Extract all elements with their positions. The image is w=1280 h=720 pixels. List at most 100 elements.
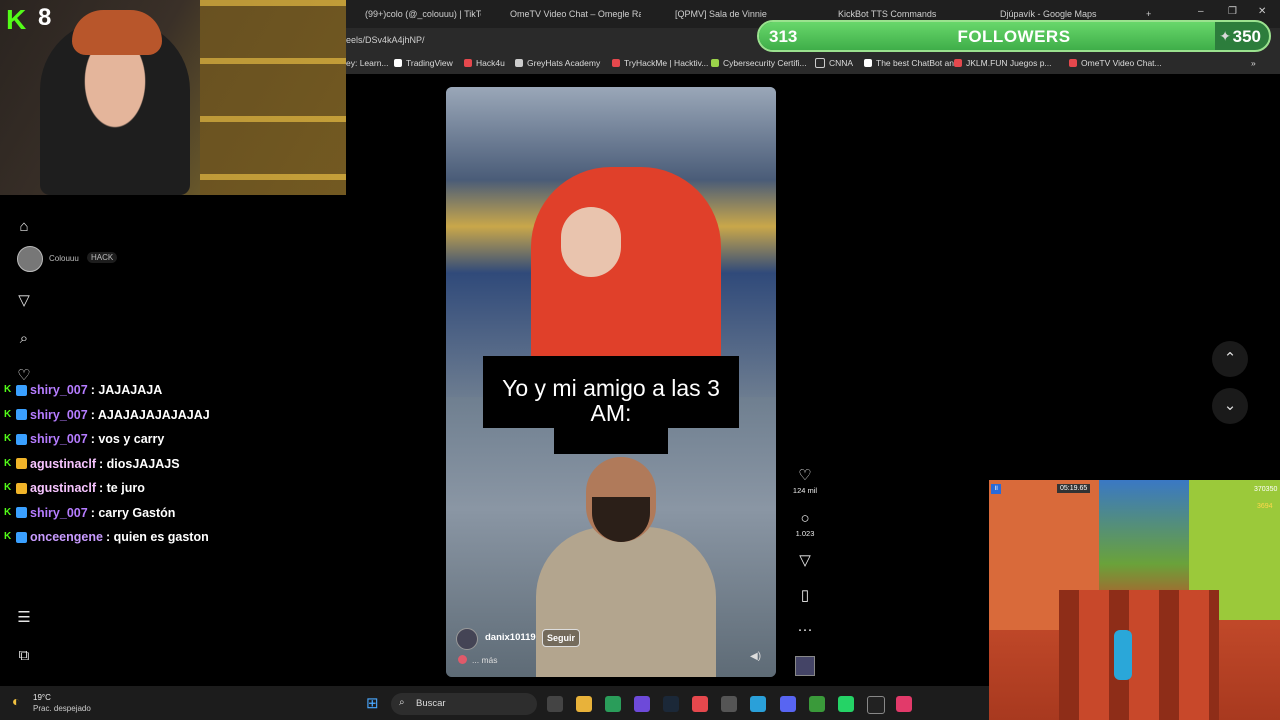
- chat-message: Kshiry_007: vos y carry: [4, 432, 165, 447]
- bookmark-item[interactable]: OmeTV Video Chat...: [1069, 58, 1162, 68]
- audio-thumbnail[interactable]: [795, 656, 815, 676]
- kick-icon: K: [4, 457, 12, 469]
- streamer-hair: [72, 10, 162, 55]
- avatar[interactable]: [17, 246, 43, 272]
- tradingview-icon: [394, 59, 402, 67]
- twitch-icon: [661, 10, 670, 19]
- browser-tab[interactable]: (99+)colo (@_colouuu) | TikTok: [351, 6, 481, 22]
- shelf-background: [200, 0, 346, 195]
- followers-goal: 350: [1232, 27, 1261, 46]
- kick-icon: K: [4, 408, 12, 420]
- capcut-icon[interactable]: [867, 696, 885, 714]
- video-top-frame: [446, 87, 776, 397]
- tryhackme-icon: [612, 59, 620, 67]
- bookmarks-more-button[interactable]: »: [1251, 58, 1256, 68]
- brave-icon[interactable]: [692, 696, 708, 712]
- telegram-icon[interactable]: [750, 696, 766, 712]
- gameplay-overlay: [989, 480, 1280, 720]
- more-options-button[interactable]: ···: [790, 621, 820, 639]
- obs-icon[interactable]: [721, 696, 737, 712]
- game-score: 370350: [1254, 486, 1278, 493]
- bookmark-item[interactable]: The best ChatBot an...: [864, 58, 961, 68]
- chat-message: Kshiry_007: carry Gastón: [4, 505, 176, 520]
- author-name[interactable]: danix10119: [485, 632, 536, 643]
- bookmark-item[interactable]: ey: Learn...: [346, 58, 389, 68]
- star-icon: ✦: [1219, 28, 1231, 44]
- caption-box-tail: [554, 428, 668, 454]
- follow-button[interactable]: Seguir: [542, 629, 581, 647]
- save-button[interactable]: ▯: [790, 587, 820, 605]
- apps-icon[interactable]: ⧉: [14, 646, 34, 666]
- weather-temp: 19°C: [33, 693, 51, 702]
- like-button[interactable]: ♡ 124 mil: [790, 467, 820, 495]
- chevron-up-icon: ⌃: [1223, 350, 1237, 367]
- discord-icon[interactable]: [780, 696, 796, 712]
- followers-label: FOLLOWERS: [957, 27, 1071, 46]
- comment-icon: ○: [800, 510, 810, 527]
- file-explorer-icon[interactable]: [576, 696, 592, 712]
- crown-badge-icon: [16, 458, 27, 470]
- tiktok-icon[interactable]: [896, 696, 912, 712]
- followers-goal-bar: 313 FOLLOWERS ✦ 350: [757, 20, 1271, 52]
- pause-icon: ॥: [991, 484, 1001, 494]
- bookmarks-bar: ey: Learn... TradingView Hack4u GreyHats…: [346, 52, 1280, 74]
- minimize-icon[interactable]: –: [1198, 6, 1204, 17]
- more-link[interactable]: ... más: [472, 655, 498, 665]
- kick-icon: K: [4, 506, 12, 518]
- bookmark-item[interactable]: Cybersecurity Certifi...: [711, 58, 807, 68]
- ometv-icon: [1069, 59, 1077, 67]
- search-placeholder: Buscar: [416, 698, 446, 709]
- bookmark-item[interactable]: CNNA: [815, 58, 853, 68]
- steam-icon[interactable]: [663, 696, 679, 712]
- maps-icon: [986, 10, 995, 19]
- vscode-icon[interactable]: [605, 696, 621, 712]
- share-button[interactable]: ▽: [790, 552, 820, 570]
- more-icon: ···: [797, 621, 813, 638]
- task-view-icon[interactable]: [547, 696, 563, 712]
- crown-badge-icon: [16, 482, 27, 494]
- like-count: 124 mil: [792, 486, 818, 495]
- taskbar-search[interactable]: [391, 693, 537, 715]
- game-timer: 05:19.65: [1057, 484, 1091, 493]
- search-icon: ⌕: [399, 697, 405, 708]
- comment-button[interactable]: ○ 1.023: [790, 510, 820, 538]
- weather-desc: Prac. despejado: [33, 704, 91, 713]
- previous-video-button[interactable]: ⌃: [1212, 341, 1248, 377]
- face: [561, 207, 621, 277]
- heart-icon: ♡: [798, 467, 812, 484]
- kick-icon: K: [4, 433, 12, 445]
- chat-message: Kagustinaclf: diosJAJAJS: [4, 456, 180, 471]
- bookmark-icon: ▯: [800, 587, 810, 604]
- windows-start-icon[interactable]: ⊞: [366, 695, 384, 713]
- home-icon[interactable]: ⌂: [14, 217, 34, 237]
- viewer-count: 8: [38, 4, 52, 31]
- bookmark-item[interactable]: TryHackMe | Hacktiv...: [612, 58, 708, 68]
- search-icon[interactable]: ⌕: [14, 329, 34, 349]
- author-avatar[interactable]: [456, 628, 478, 650]
- send-icon[interactable]: ▽: [14, 291, 34, 311]
- next-video-button[interactable]: ⌄: [1212, 388, 1248, 424]
- restore-icon[interactable]: ❐: [1228, 6, 1237, 17]
- bookmark-item[interactable]: TradingView: [394, 58, 453, 68]
- browser-tab[interactable]: OmeTV Video Chat – Omegle Rand: [496, 6, 641, 22]
- minecraft-icon[interactable]: [809, 696, 825, 712]
- sub-badge-icon: [16, 531, 27, 543]
- bookmark-item[interactable]: JKLM.FUN Juegos p...: [954, 58, 1052, 68]
- url-text: eels/DSv4kA4jhNP/: [346, 35, 425, 45]
- chatbot-icon: [864, 59, 872, 67]
- chat-message: Kshiry_007: AJAJAJAJAJAJAJ: [4, 407, 210, 422]
- send-icon: ▽: [799, 552, 811, 569]
- sub-badge-icon: [16, 409, 27, 421]
- game-coins: 3694: [1257, 503, 1273, 510]
- bookmark-item[interactable]: Hack4u: [464, 58, 505, 68]
- weather-icon[interactable]: ◐: [12, 693, 20, 709]
- bookmark-item[interactable]: GreyHats Academy: [515, 58, 600, 68]
- close-icon[interactable]: ✕: [1258, 6, 1266, 17]
- app-icon[interactable]: [634, 696, 650, 712]
- greyhats-icon: [515, 59, 523, 67]
- chat-message: Kshiry_007: JAJAJAJA: [4, 383, 163, 398]
- menu-icon[interactable]: ☰: [14, 608, 34, 628]
- whatsapp-icon[interactable]: [838, 696, 854, 712]
- volume-icon[interactable]: ◀): [750, 651, 761, 662]
- video-caption: Yo y mi amigo a las 3 AM:: [502, 375, 720, 426]
